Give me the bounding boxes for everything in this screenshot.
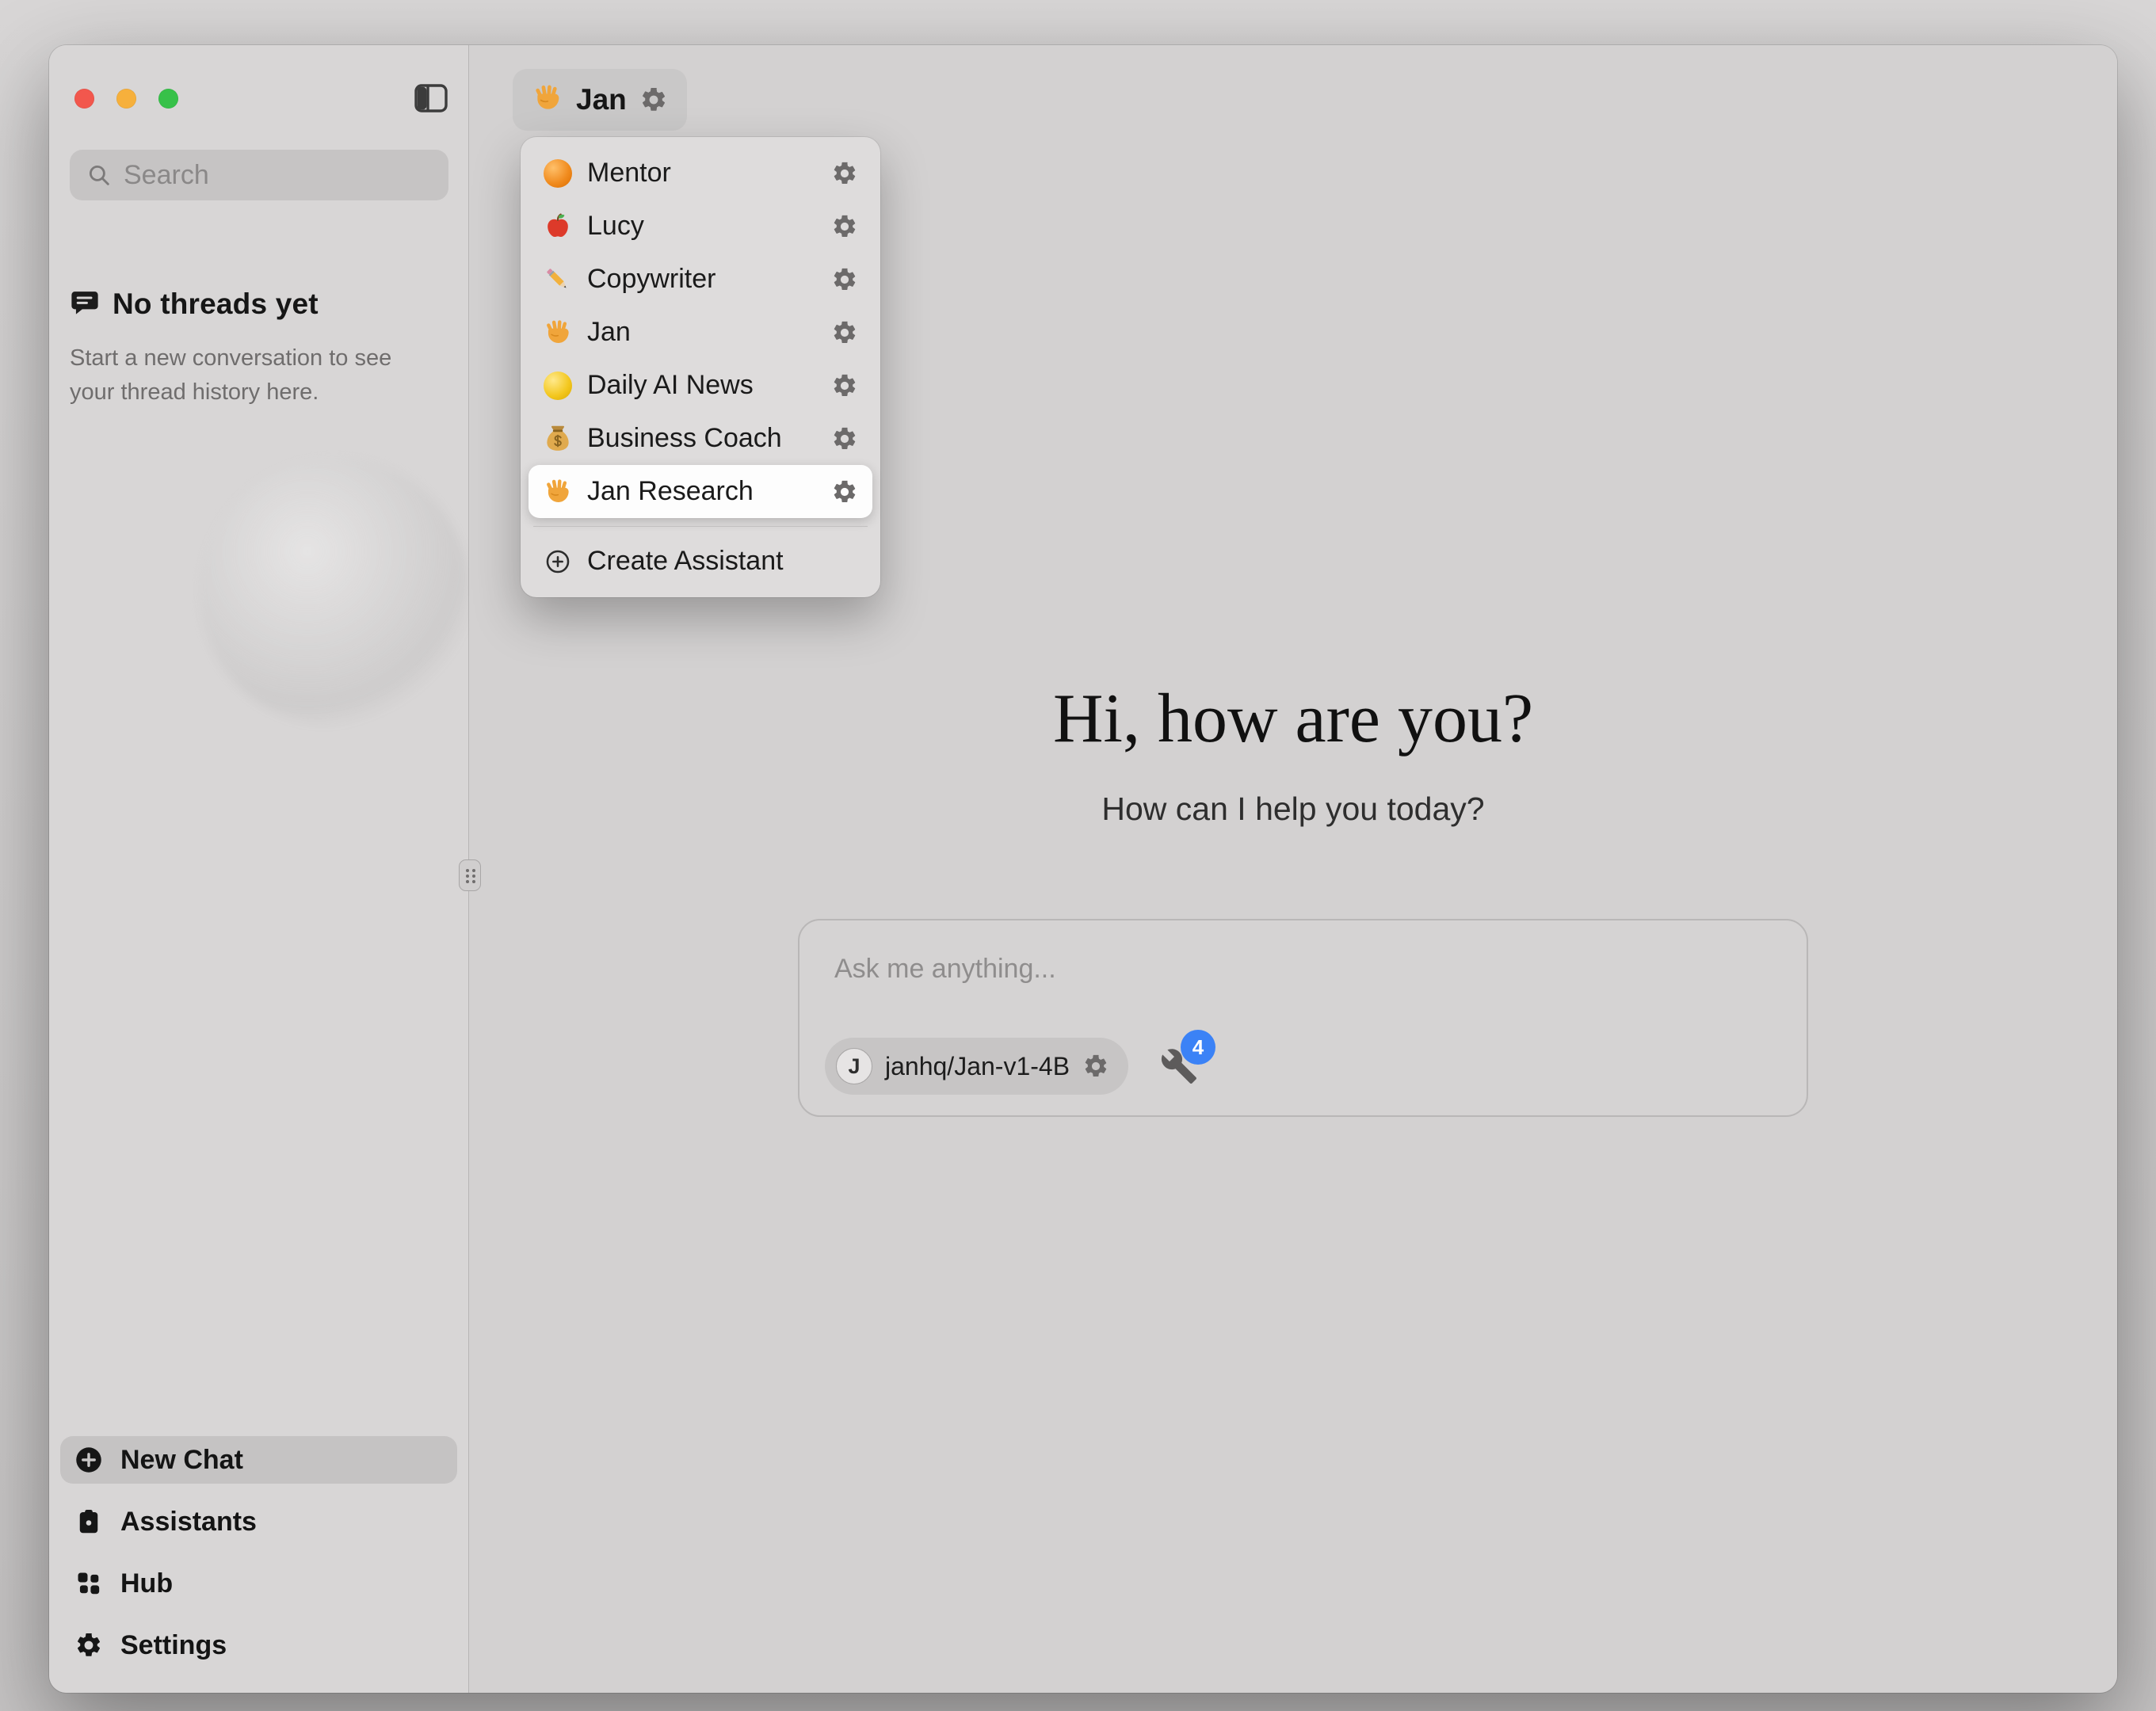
menu-item-label: Jan — [587, 317, 817, 348]
chat-input[interactable] — [799, 920, 1807, 985]
model-avatar: J — [836, 1048, 872, 1084]
assistant-name: Jan — [576, 83, 627, 116]
chat-bubble-icon — [70, 289, 100, 319]
menu-item-label: Jan Research — [587, 476, 817, 507]
gear-icon[interactable] — [831, 478, 858, 505]
menu-item-label: Daily AI News — [587, 370, 817, 401]
search-icon — [86, 162, 113, 189]
orange-ball-icon — [543, 158, 573, 189]
waving-hand-icon — [543, 318, 573, 348]
tools-count-badge: 4 — [1181, 1030, 1215, 1065]
sidebar-item-label: Assistants — [120, 1507, 257, 1538]
menu-item-label: Copywriter — [587, 264, 817, 295]
sidebar-item-label: Hub — [120, 1568, 173, 1599]
gear-icon[interactable] — [831, 319, 858, 346]
menu-item-jan-research[interactable]: Jan Research — [529, 465, 872, 518]
gear-icon[interactable] — [831, 372, 858, 399]
close-button[interactable] — [74, 89, 94, 109]
gear-icon — [74, 1631, 103, 1660]
hub-grid-icon — [74, 1569, 103, 1598]
app-window: No threads yet Start a new conversation … — [49, 45, 2117, 1693]
menu-separator — [533, 526, 868, 527]
search-bar[interactable] — [70, 150, 448, 200]
greeting-title: Hi, how are you? — [469, 679, 2117, 759]
plus-circle-icon — [74, 1446, 103, 1474]
menu-item-create-assistant[interactable]: Create Assistant — [529, 535, 872, 588]
waving-hand-icon — [543, 477, 573, 507]
sidebar-item-label: New Chat — [120, 1445, 243, 1476]
gear-icon[interactable] — [831, 425, 858, 452]
sidebar-nav: New Chat Assistants Hub Settings — [60, 1436, 457, 1669]
gear-icon[interactable] — [831, 266, 858, 293]
greeting-block: Hi, how are you? How can I help you toda… — [469, 679, 2117, 828]
sidebar-item-new-chat[interactable]: New Chat — [60, 1436, 457, 1484]
menu-item-label: Lucy — [587, 211, 817, 242]
menu-item-business-coach[interactable]: Business Coach — [529, 412, 872, 465]
sidebar-item-settings[interactable]: Settings — [60, 1621, 457, 1669]
threads-empty-state: No threads yet Start a new conversation … — [70, 288, 434, 410]
menu-item-label: Create Assistant — [587, 546, 858, 577]
empty-state-title: No threads yet — [113, 288, 319, 321]
minimize-button[interactable] — [116, 89, 136, 109]
plus-circle-outline-icon — [543, 547, 573, 577]
tools-button[interactable]: 4 — [1160, 1047, 1198, 1085]
model-selector[interactable]: J janhq/Jan-v1-4B — [825, 1038, 1128, 1095]
sidebar-item-hub[interactable]: Hub — [60, 1560, 457, 1607]
sidebar-item-label: Settings — [120, 1630, 227, 1661]
model-name: janhq/Jan-v1-4B — [885, 1052, 1070, 1081]
menu-item-label: Mentor — [587, 158, 817, 189]
menu-item-daily-ai-news[interactable]: Daily AI News — [529, 359, 872, 412]
apple-icon — [543, 211, 573, 242]
assistant-settings-icon[interactable] — [639, 86, 668, 114]
zoom-button[interactable] — [158, 89, 178, 109]
money-bag-icon — [543, 424, 573, 454]
gear-icon[interactable] — [831, 213, 858, 240]
model-settings-icon[interactable] — [1082, 1053, 1109, 1080]
gear-icon[interactable] — [831, 160, 858, 187]
menu-item-label: Business Coach — [587, 423, 817, 454]
sidebar-item-assistants[interactable]: Assistants — [60, 1498, 457, 1545]
toggle-sidebar-icon[interactable] — [412, 79, 450, 117]
menu-item-copywriter[interactable]: Copywriter — [529, 253, 872, 306]
sidebar-resize-handle[interactable] — [459, 859, 481, 891]
menu-item-jan[interactable]: Jan — [529, 306, 872, 359]
waving-hand-icon — [532, 82, 563, 118]
window-controls — [74, 89, 178, 109]
greeting-subtitle: How can I help you today? — [469, 791, 2117, 828]
assistant-dropdown-menu: Mentor Lucy Copywriter Jan Daily AI News — [521, 137, 880, 597]
assistants-icon — [74, 1507, 103, 1536]
menu-item-lucy[interactable]: Lucy — [529, 200, 872, 253]
assistant-selector[interactable]: Jan — [513, 69, 687, 131]
yellow-ball-icon — [543, 371, 573, 401]
composer-toolbar: J janhq/Jan-v1-4B 4 — [825, 1038, 1198, 1095]
search-input[interactable] — [124, 160, 433, 191]
pencil-icon — [543, 265, 573, 295]
sidebar: No threads yet Start a new conversation … — [49, 45, 469, 1693]
chat-composer: J janhq/Jan-v1-4B 4 — [798, 919, 1808, 1117]
main-area: Jan Mentor Lucy Copywriter — [469, 45, 2117, 1693]
menu-item-mentor[interactable]: Mentor — [529, 147, 872, 200]
empty-state-description: Start a new conversation to see your thr… — [70, 341, 403, 410]
